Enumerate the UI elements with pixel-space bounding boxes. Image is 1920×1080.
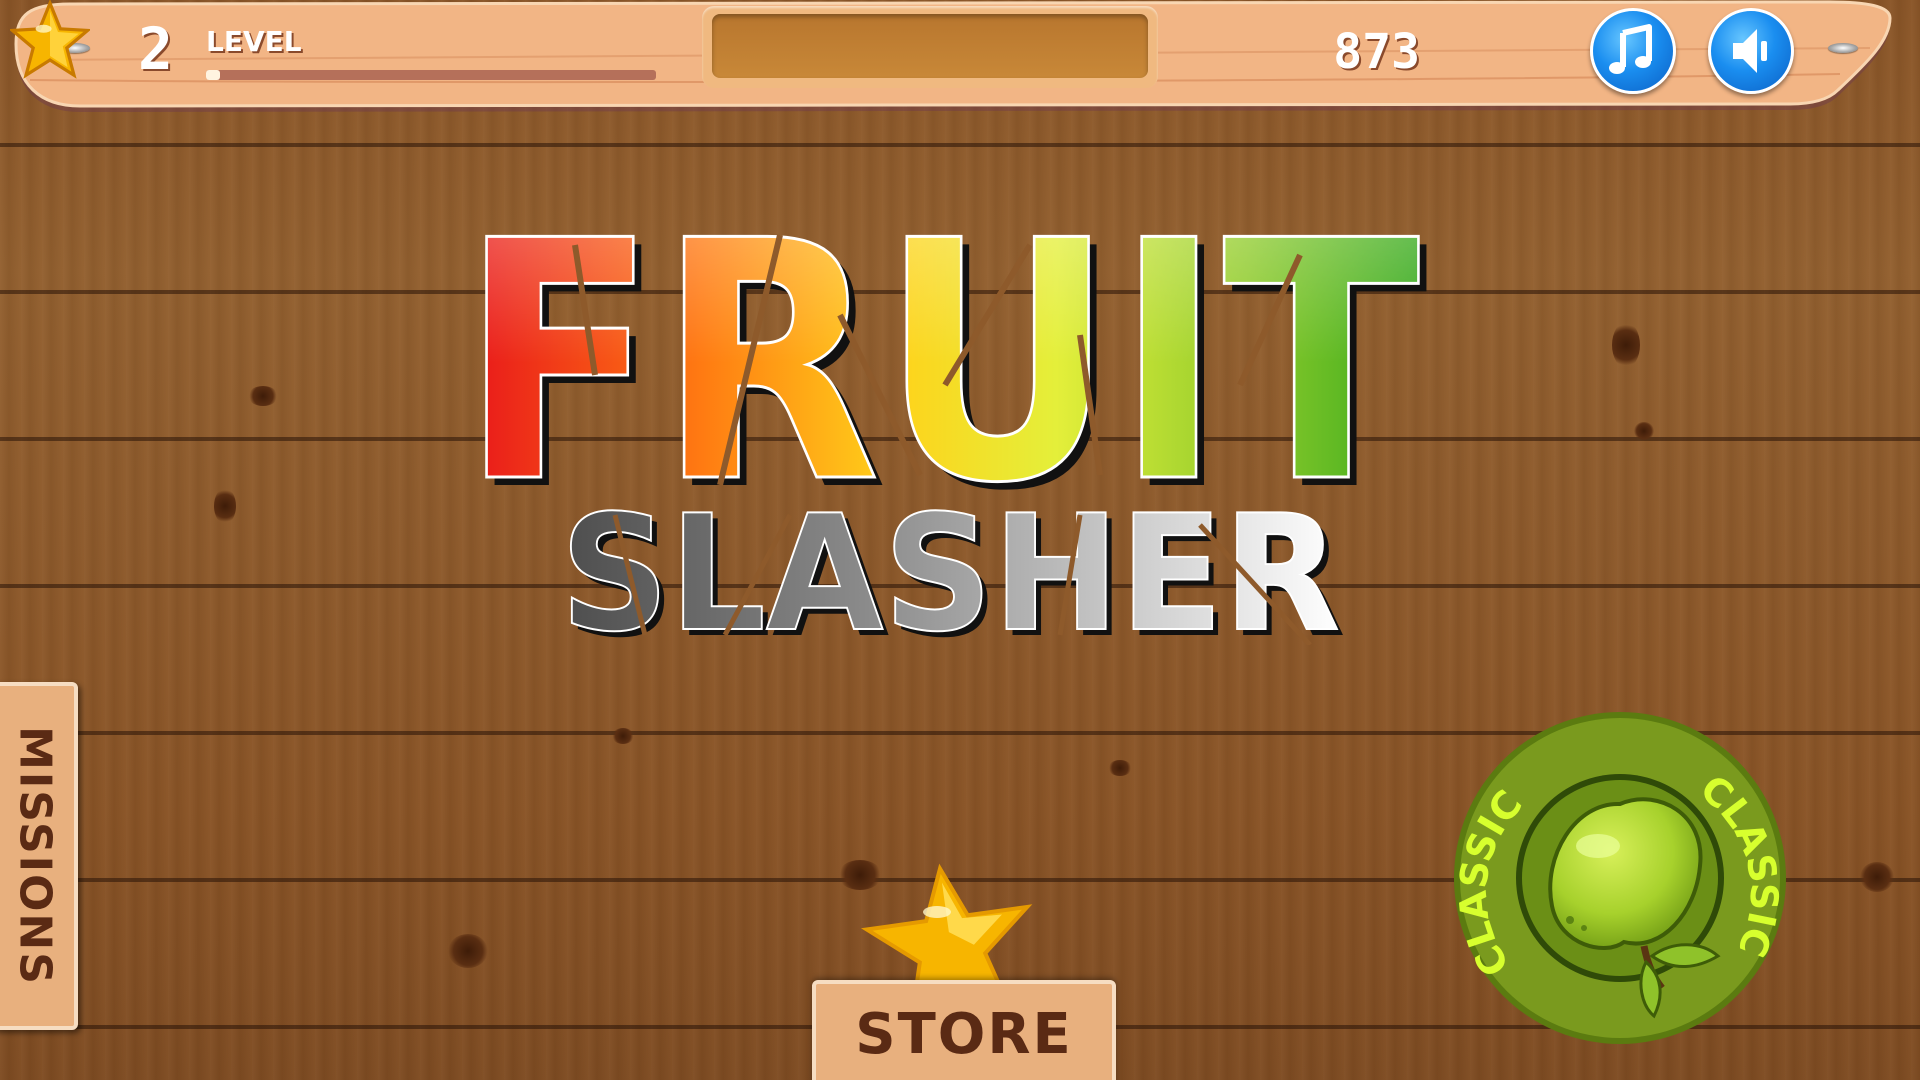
wood-knot [448, 934, 488, 968]
wood-knot [1860, 862, 1894, 892]
star-icon [10, 0, 90, 79]
wood-knot [248, 386, 278, 406]
message-panel [702, 6, 1158, 88]
level-number: 2 [138, 15, 173, 83]
title-fruit: FRUIT FRUIT FRUIT [460, 225, 1430, 505]
title-fruit-shine: FRUIT [460, 225, 1422, 505]
wood-knot [214, 488, 236, 524]
title-slasher: SLASHER SLASHER [560, 505, 1346, 645]
music-note-icon [1609, 24, 1652, 74]
star-icon [860, 863, 1033, 1000]
star-count: 873 [1333, 24, 1420, 80]
store-label: STORE [855, 1002, 1073, 1067]
game-screen: 2 LEVEL 873 FRUIT FRUIT FRUIT SLASHER SL… [0, 0, 1920, 1080]
store-button[interactable]: STORE [812, 980, 1116, 1080]
level-progress-fill [206, 70, 220, 80]
level-progress-bar [206, 70, 656, 80]
wood-knot [1634, 422, 1654, 440]
speaker-icon [1733, 29, 1767, 73]
classic-mode-button[interactable]: CLASSIC CLASSIC [1448, 706, 1792, 1050]
screw [1828, 43, 1858, 53]
missions-button[interactable]: MISSIONS [0, 682, 78, 1030]
top-bar: 2 LEVEL 873 [10, 0, 1900, 112]
wood-knot [612, 728, 634, 744]
level-label: LEVEL [206, 25, 302, 58]
message-panel-inner [712, 14, 1148, 78]
sound-button[interactable] [1708, 8, 1794, 94]
missions-label: MISSIONS [9, 726, 61, 986]
wood-knot [1612, 322, 1640, 368]
title-slasher-text: SLASHER [560, 505, 1340, 645]
music-button[interactable] [1590, 8, 1676, 94]
wood-knot [1108, 760, 1132, 776]
